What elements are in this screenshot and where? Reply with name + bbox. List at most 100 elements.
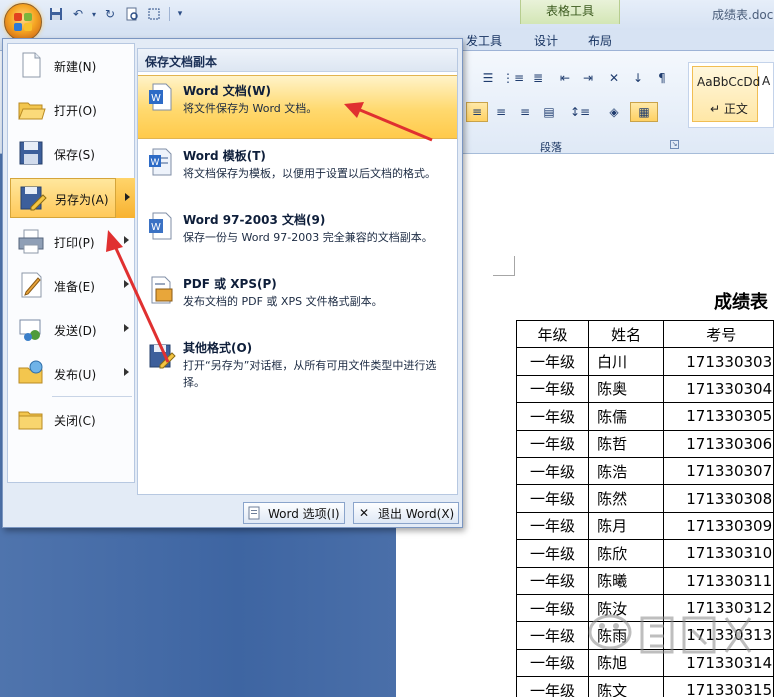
decrease-indent-icon[interactable]: ⇤ (554, 68, 576, 88)
save-icon[interactable] (46, 5, 66, 23)
menu-item-open[interactable]: 打开(O) (10, 90, 134, 130)
cell-name[interactable]: 陈月 (588, 511, 665, 541)
table-row[interactable]: 一年级 陈然 171330308 (515, 484, 774, 513)
office-button[interactable] (4, 3, 42, 41)
tab-design[interactable]: 设计 (534, 32, 558, 49)
style-next-sample[interactable]: A (762, 74, 770, 88)
cell-exam-number[interactable]: 171330304 (663, 374, 774, 404)
tab-developer[interactable]: 发工具 (466, 32, 502, 49)
cell-grade[interactable]: 一年级 (515, 593, 590, 623)
cell-exam-number[interactable]: 171330310 (663, 539, 774, 568)
submenu-item-pdf-xps[interactable]: PDF 或 XPS(P) 发布文档的 PDF 或 XPS 文件格式副本。 (138, 269, 457, 333)
table-row[interactable]: 一年级 陈文 171330315 (515, 676, 774, 697)
cell-name[interactable]: 陈文 (588, 676, 665, 697)
cell-grade[interactable]: 一年级 (515, 566, 590, 595)
style-normal[interactable]: AaBbCcDd ↵ 正文 (692, 66, 760, 122)
table-row[interactable]: 一年级 白川 171330303 (515, 347, 774, 376)
submenu-item-word-template[interactable]: W Word 模板(T) 将文档保存为模板，以便用于设置以后文档的格式。 (138, 141, 457, 205)
show-marks-icon[interactable]: ¶ (652, 68, 672, 88)
submenu-item-other-formats[interactable]: 其他格式(O) 打开“另存为”对话框，从所有可用文件类型中进行选择。 (138, 333, 457, 397)
table-row[interactable]: 一年级 陈儒 171330305 (515, 402, 774, 431)
numbering-icon[interactable]: ⋮≡ (502, 68, 524, 88)
select-objects-icon[interactable] (144, 5, 164, 23)
line-spacing-icon[interactable]: ↕≡ (566, 102, 594, 122)
table-row[interactable]: 一年级 陈月 171330309 (515, 511, 774, 541)
increase-indent-icon[interactable]: ⇥ (577, 68, 599, 88)
table-row[interactable]: 一年级 陈奥 171330304 (515, 374, 774, 404)
justify-icon[interactable]: ▤ (538, 102, 560, 122)
submenu-item-title: Word 97-2003 文档(9) (183, 213, 326, 227)
menu-item-publish[interactable]: 发布(U) (10, 354, 134, 394)
cell-exam-number[interactable]: 171330315 (663, 676, 774, 697)
undo-dropdown-icon[interactable]: ▾ (90, 5, 98, 23)
cell-grade[interactable]: 一年级 (515, 621, 590, 650)
cell-grade[interactable]: 一年级 (515, 429, 590, 458)
table-row[interactable]: 一年级 陈曦 171330311 (515, 566, 774, 595)
menu-item-print[interactable]: 打印(P) (10, 222, 134, 262)
cell-grade[interactable]: 一年级 (515, 511, 590, 541)
cell-grade[interactable]: 一年级 (515, 374, 590, 404)
table-row[interactable]: 一年级 陈哲 171330306 (515, 429, 774, 458)
borders-icon[interactable]: ▦ (630, 102, 658, 122)
cell-name[interactable]: 陈曦 (588, 566, 665, 595)
menu-item-save[interactable]: 保存(S) (10, 134, 134, 174)
cell-exam-number[interactable]: 171330307 (663, 456, 774, 486)
dialog-launcher-icon[interactable]: ↘ (670, 140, 679, 149)
cell-name[interactable]: 陈奥 (588, 374, 665, 404)
prepare-icon (21, 272, 42, 298)
chevron-right-icon (124, 280, 129, 288)
print-preview-icon[interactable] (122, 5, 142, 23)
qat-separator (169, 7, 170, 21)
submenu-item-title: 其他格式(O) (183, 341, 253, 355)
menu-item-save-as[interactable]: 另存为(A) (10, 178, 135, 218)
asian-layout-icon[interactable]: ✕ (602, 68, 626, 88)
cell-grade[interactable]: 一年级 (515, 484, 590, 513)
submenu-item-word-document[interactable]: W Word 文档(W) 将文件保存为 Word 文档。 (138, 75, 457, 139)
cell-name[interactable]: 陈儒 (588, 402, 665, 431)
submenu-item-word-97-2003[interactable]: W Word 97-2003 文档(9) 保存一份与 Word 97-2003 … (138, 205, 457, 269)
cell-exam-number[interactable]: 171330305 (663, 402, 774, 431)
cell-grade[interactable]: 一年级 (515, 402, 590, 431)
menu-item-send[interactable]: 发送(D) (10, 310, 134, 350)
cell-exam-number[interactable]: 171330308 (663, 484, 774, 513)
shading-icon[interactable]: ◈ (600, 102, 628, 122)
cell-name[interactable]: 陈哲 (588, 429, 665, 458)
options-icon (246, 505, 262, 521)
cell-grade[interactable]: 一年级 (515, 648, 590, 678)
cell-exam-number[interactable]: 171330303 (663, 347, 774, 376)
cell-exam-number[interactable]: 171330306 (663, 429, 774, 458)
other-formats-icon (149, 344, 176, 369)
cell-grade[interactable]: 一年级 (515, 539, 590, 568)
align-left-icon[interactable]: ≡ (466, 102, 488, 122)
menu-item-close[interactable]: 关闭(C) (10, 400, 134, 440)
align-right-icon[interactable]: ≡ (514, 102, 536, 122)
customize-qat-icon[interactable]: ▾ (175, 5, 185, 23)
word-options-button[interactable]: Word 选项(I) (243, 502, 345, 524)
bullets-icon[interactable]: ☰ (476, 68, 500, 88)
table-row[interactable]: 一年级 陈浩 171330307 (515, 456, 774, 486)
align-center-icon[interactable]: ≡ (490, 102, 512, 122)
cell-exam-number[interactable]: 171330309 (663, 511, 774, 541)
menu-item-new[interactable]: 新建(N) (10, 46, 134, 86)
redo-icon[interactable]: ↻ (100, 5, 120, 23)
submenu-item-description: 将文档保存为模板，以便用于设置以后文档的格式。 (183, 167, 436, 180)
cell-grade[interactable]: 一年级 (515, 456, 590, 486)
submenu-header: 保存文档副本 (138, 49, 457, 72)
exit-word-button[interactable]: ✕ 退出 Word(X) (353, 502, 460, 524)
menu-item-prepare[interactable]: 准备(E) (10, 266, 134, 306)
cell-exam-number[interactable]: 171330311 (663, 566, 774, 595)
submenu-item-title: Word 文档(W) (183, 84, 271, 98)
sort-icon[interactable]: ↓ (628, 68, 648, 88)
table-row[interactable]: 一年级 陈欣 171330310 (515, 539, 774, 568)
tab-layout[interactable]: 布局 (588, 32, 612, 49)
cell-name[interactable]: 陈欣 (588, 539, 665, 568)
cell-name[interactable]: 陈然 (588, 484, 665, 513)
cell-name[interactable]: 陈浩 (588, 456, 665, 486)
undo-icon[interactable]: ↶ (68, 5, 88, 23)
cell-grade[interactable]: 一年级 (515, 676, 590, 697)
svg-text:W: W (151, 158, 160, 168)
multilevel-list-icon[interactable]: ≣ (526, 68, 550, 88)
cell-grade[interactable]: 一年级 (515, 347, 590, 376)
cell-name[interactable]: 白川 (588, 347, 665, 376)
table-header-row: 年级 姓名 考号 (515, 319, 774, 349)
